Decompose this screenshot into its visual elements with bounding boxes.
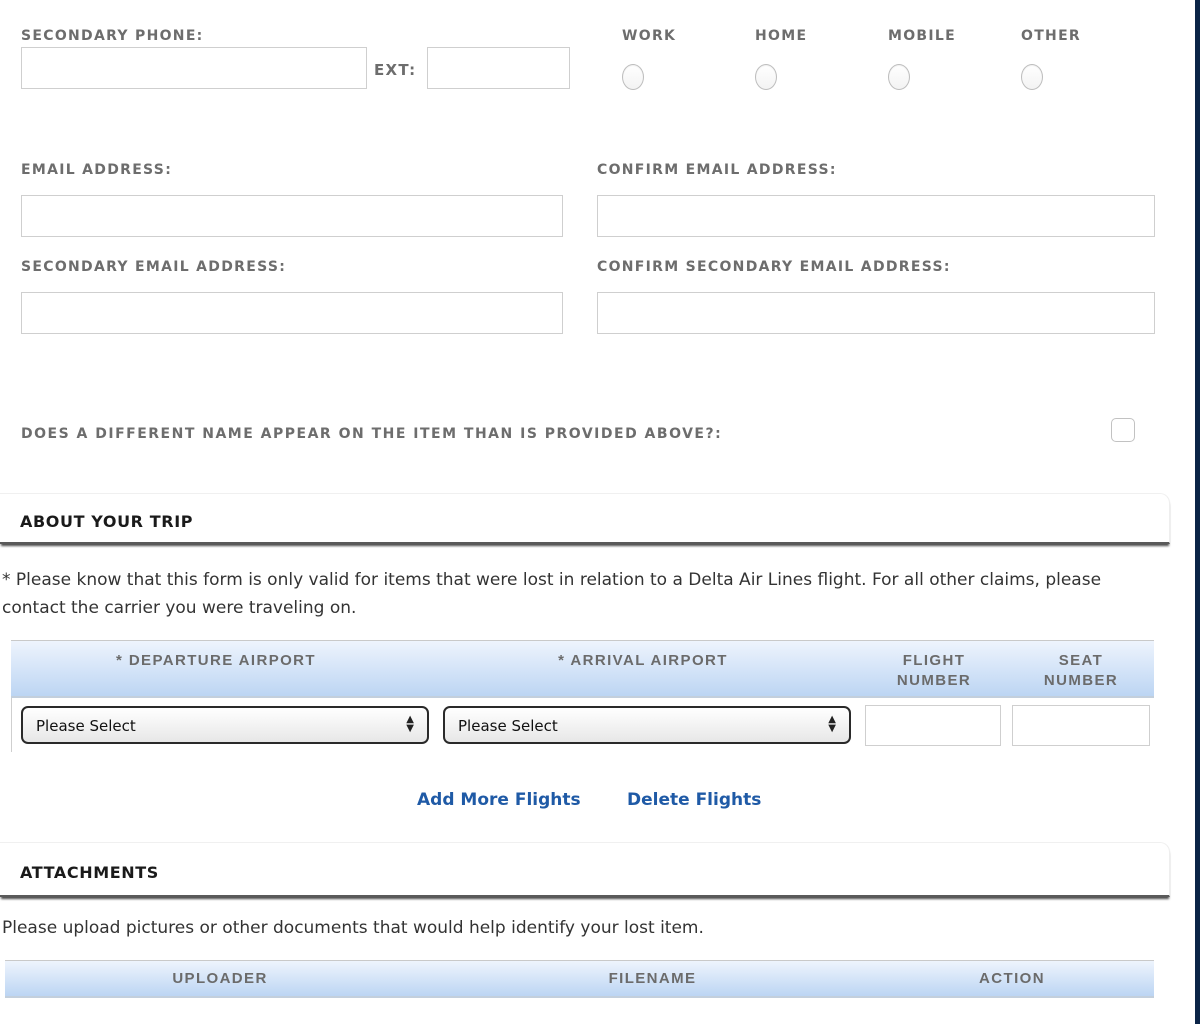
trip-notice: * Please know that this form is only val… <box>2 570 1102 618</box>
phone-type-work-radio[interactable] <box>622 64 644 90</box>
col-flight-number: FLIGHT NUMBER <box>866 651 1002 691</box>
seat-number-input[interactable] <box>1012 705 1150 746</box>
arrival-airport-value: Please Select <box>458 717 558 735</box>
secondary-phone-input[interactable] <box>21 47 367 89</box>
select-arrows-icon: ▲ ▼ <box>406 714 414 734</box>
attachments-instructions: Please upload pictures or other document… <box>2 918 704 938</box>
email-input[interactable] <box>21 195 563 237</box>
confirm-secondary-email-label: CONFIRM SECONDARY EMAIL ADDRESS: <box>597 259 951 275</box>
col-flight-number-line2: NUMBER <box>896 672 972 689</box>
col-seat-number: SEAT NUMBER <box>1012 651 1150 691</box>
secondary-email-input[interactable] <box>21 292 563 334</box>
secondary-email-label: SECONDARY EMAIL ADDRESS: <box>21 259 287 275</box>
phone-type-home-radio[interactable] <box>755 64 777 90</box>
phone-type-mobile-radio[interactable] <box>888 64 910 90</box>
add-more-flights-link[interactable]: Add More Flights <box>417 790 581 810</box>
flights-grid-header: * DEPARTURE AIRPORT * ARRIVAL AIRPORT FL… <box>11 640 1154 698</box>
confirm-secondary-email-input[interactable] <box>597 292 1155 334</box>
different-name-checkbox[interactable] <box>1111 418 1135 442</box>
secondary-phone-label: SECONDARY PHONE: <box>21 28 204 44</box>
attachments-header: ATTACHMENTS <box>0 842 1170 897</box>
col-seat-number-line2: NUMBER <box>1043 672 1119 689</box>
col-uploader: UPLOADER <box>172 970 268 987</box>
col-flight-number-line1: FLIGHT <box>902 652 966 669</box>
confirm-email-input[interactable] <box>597 195 1155 237</box>
col-filename: FILENAME <box>608 970 697 987</box>
ext-label: EXT: <box>374 61 417 79</box>
ext-input[interactable] <box>427 47 570 89</box>
delete-flights-link[interactable]: Delete Flights <box>627 790 761 810</box>
flight-number-input[interactable] <box>865 705 1001 746</box>
col-action: ACTION <box>979 970 1045 987</box>
confirm-email-label: CONFIRM EMAIL ADDRESS: <box>597 162 837 178</box>
phone-type-other-label: OTHER <box>1021 28 1082 44</box>
select-arrows-icon: ▲ ▼ <box>828 714 836 734</box>
phone-type-other-radio[interactable] <box>1021 64 1043 90</box>
about-your-trip-title: ABOUT YOUR TRIP <box>20 512 194 531</box>
about-your-trip-header: ABOUT YOUR TRIP <box>0 493 1170 544</box>
phone-type-work-label: WORK <box>622 28 677 44</box>
departure-airport-select[interactable]: Please Select ▲ ▼ <box>21 706 429 744</box>
col-seat-number-line1: SEAT <box>1058 652 1104 669</box>
different-name-label: DOES A DIFFERENT NAME APPEAR ON THE ITEM… <box>21 426 723 442</box>
grid-left-border <box>11 698 12 752</box>
col-arrival-airport: * ARRIVAL AIRPORT <box>558 652 728 669</box>
arrival-airport-select[interactable]: Please Select ▲ ▼ <box>443 706 851 744</box>
col-departure-airport: * DEPARTURE AIRPORT <box>116 652 316 669</box>
departure-airport-value: Please Select <box>36 717 136 735</box>
window-frame-edge <box>1195 0 1200 1024</box>
attachments-title: ATTACHMENTS <box>20 863 159 882</box>
email-label: EMAIL ADDRESS: <box>21 162 173 178</box>
phone-type-mobile-label: MOBILE <box>888 28 956 44</box>
phone-type-home-label: HOME <box>755 28 808 44</box>
attachments-grid-header: UPLOADER FILENAME ACTION <box>5 960 1154 998</box>
